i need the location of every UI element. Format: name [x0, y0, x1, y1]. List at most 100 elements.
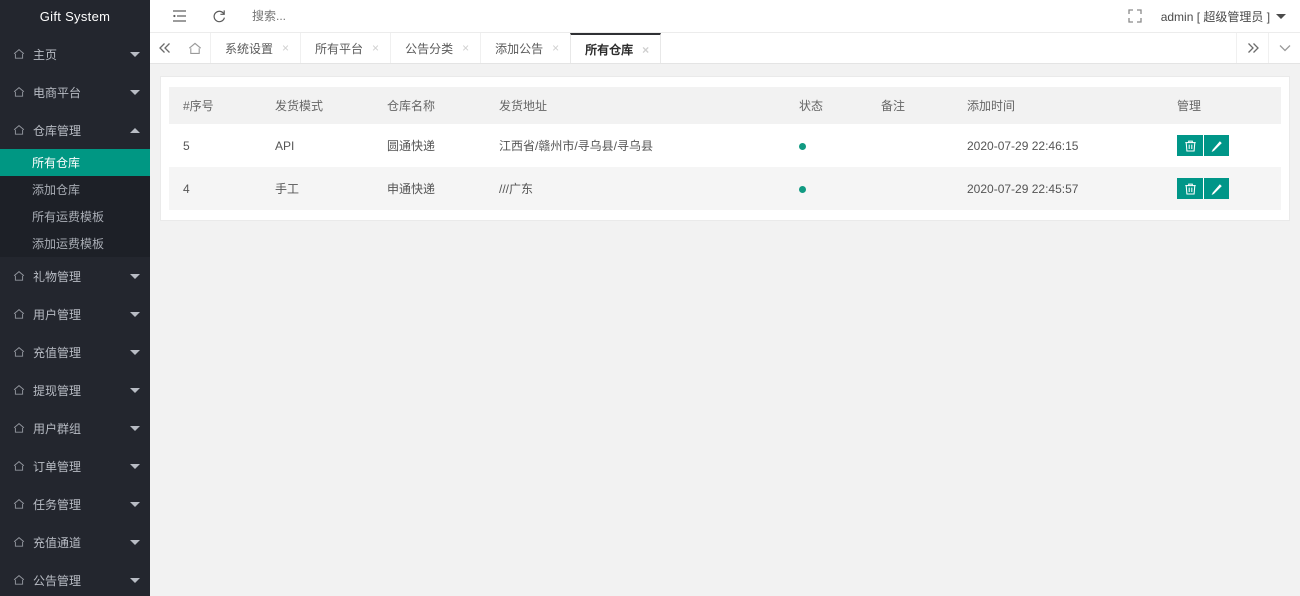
tab-1[interactable]: 所有平台 ×	[300, 33, 390, 63]
sidebar-item-label: 公告管理	[33, 573, 82, 588]
table-col-header-6: 添加时间	[953, 87, 1163, 124]
tab-3[interactable]: 添加公告 ×	[480, 33, 570, 63]
tab-0[interactable]: 系统设置 ×	[210, 33, 300, 63]
edit-button[interactable]	[1203, 178, 1229, 199]
table-col-header-7: 管理	[1163, 87, 1282, 124]
table-header-row: #序号 发货模式 仓库名称 发货地址 状态 备注 添加时间 管理	[169, 87, 1282, 124]
chevron-down-icon	[130, 577, 140, 583]
delete-button[interactable]	[1177, 135, 1203, 156]
house-icon	[13, 49, 25, 59]
tab-label: 公告分类	[405, 41, 454, 56]
sidebar-item-label: 电商平台	[33, 85, 82, 100]
chevron-down-icon	[130, 349, 140, 355]
cell-remark	[867, 167, 953, 210]
app-root: Gift System 主页 电商平台 仓库管理 所有仓库 添加仓库 所有运费模板 添加运费…	[0, 0, 1300, 596]
double-chevron-right-icon[interactable]	[1236, 33, 1268, 63]
sidebar-item-label: 提现管理	[33, 383, 82, 398]
chevron-up-icon	[130, 127, 140, 133]
sidebar-item-7[interactable]: 用户群组	[0, 409, 150, 447]
tab-close-icon[interactable]: ×	[462, 42, 469, 54]
sidebar-item-label: 仓库管理	[33, 123, 82, 138]
trash-icon	[1184, 140, 1196, 152]
chevron-down-icon	[1276, 13, 1287, 19]
list-menu-icon[interactable]	[168, 5, 190, 27]
pencil-icon	[1211, 140, 1223, 152]
sidebar-subitem-2-2[interactable]: 所有运费模板	[0, 203, 150, 230]
pencil-icon	[1211, 183, 1223, 195]
sidebar-item-3[interactable]: 礼物管理	[0, 257, 150, 295]
tab-close-icon[interactable]: ×	[552, 42, 559, 54]
double-chevron-left-icon[interactable]	[150, 33, 180, 63]
content-area: #序号 发货模式 仓库名称 发货地址 状态 备注 添加时间 管理 5 API 圆通快递 江西省/赣州…	[150, 64, 1300, 596]
cell-warehouse: 圆通快递	[373, 124, 485, 167]
cell-status	[785, 167, 867, 210]
user-menu[interactable]: admin [ 超级管理员 ]	[1161, 8, 1290, 25]
house-icon	[13, 461, 25, 471]
tabbar: 系统设置 × 所有平台 × 公告分类 × 添加公告 × 所有仓库 ×	[150, 33, 1300, 64]
tab-close-icon[interactable]: ×	[282, 42, 289, 54]
house-icon	[13, 347, 25, 357]
cell-address: ///广东	[485, 167, 785, 210]
main-area: admin [ 超级管理员 ] 系统设置×所有平台×公告分类×添加公告×所有仓库…	[150, 0, 1300, 596]
warehouse-table-card: #序号 发货模式 仓库名称 发货地址 状态 备注 添加时间 管理 5 API 圆通快递 江西省/赣州…	[160, 76, 1291, 221]
tabs-container: 系统设置 × 所有平台 × 公告分类 × 添加公告 × 所有仓库 ×	[210, 33, 1236, 63]
chevron-down-icon	[130, 539, 140, 545]
sidebar-item-1[interactable]: 电商平台	[0, 73, 150, 111]
house-icon	[13, 499, 25, 509]
search-input[interactable]	[252, 5, 432, 27]
table-row: 4 手工 申通快递///广东 2020-07-29 22:45:57	[169, 167, 1282, 210]
sidebar-item-0[interactable]: 主页	[0, 35, 150, 73]
chevron-down-icon	[130, 463, 140, 469]
cell-warehouse: 申通快递	[373, 167, 485, 210]
tab-label: 添加公告	[495, 41, 544, 56]
sidebar-item-4[interactable]: 用户管理	[0, 295, 150, 333]
tab-close-icon[interactable]: ×	[642, 44, 649, 56]
status-badge	[799, 142, 806, 150]
cell-mode: API	[261, 124, 373, 167]
sidebar-item-label: 礼物管理	[33, 269, 82, 284]
table-col-header-4: 状态	[785, 87, 867, 124]
tab-close-icon[interactable]: ×	[372, 42, 379, 54]
sidebar-item-6[interactable]: 提现管理	[0, 371, 150, 409]
topbar: admin [ 超级管理员 ]	[150, 0, 1300, 33]
table-col-header-2: 仓库名称	[373, 87, 485, 124]
table-body: 5 API 圆通快递 江西省/赣州市/寻乌县/寻乌县 2020-07-29 22:46:…	[169, 124, 1282, 210]
house-icon	[13, 87, 25, 97]
sidebar-subitem-2-1[interactable]: 添加仓库	[0, 176, 150, 203]
status-badge	[799, 185, 806, 193]
sidebar-subitem-2-0[interactable]: 所有仓库	[0, 149, 150, 176]
chevron-down-icon	[130, 387, 140, 393]
sidebar-subitem-label: 添加运费模板	[32, 237, 105, 251]
table-col-header-5: 备注	[867, 87, 953, 124]
tabbar-dropdown-icon[interactable]	[1268, 33, 1300, 63]
sidebar-item-label: 用户群组	[33, 421, 82, 436]
table-col-header-3: 发货地址	[485, 87, 785, 124]
sidebar-subitem-label: 添加仓库	[32, 183, 81, 197]
tab-label: 系统设置	[225, 41, 274, 56]
refresh-icon[interactable]	[208, 5, 230, 27]
delete-button[interactable]	[1177, 178, 1203, 199]
table-row: 5 API 圆通快递 江西省/赣州市/寻乌县/寻乌县 2020-07-29 22:46:…	[169, 124, 1282, 167]
cell-index: 5	[169, 124, 261, 167]
sidebar-item-8[interactable]: 订单管理	[0, 447, 150, 485]
table-col-header-1: 发货模式	[261, 87, 373, 124]
edit-button[interactable]	[1203, 135, 1229, 156]
tab-4-active[interactable]: 所有仓库 ×	[570, 33, 662, 63]
sidebar-item-11[interactable]: 公告管理	[0, 561, 150, 596]
home-icon[interactable]	[180, 33, 210, 63]
chevron-down-icon	[130, 311, 140, 317]
sidebar-item-label: 充值通道	[33, 535, 82, 550]
cell-index: 4	[169, 167, 261, 210]
sidebar-item-2[interactable]: 仓库管理	[0, 111, 150, 149]
sidebar-subitem-label: 所有仓库	[32, 156, 81, 170]
cell-created-at: 2020-07-29 22:45:57	[953, 167, 1163, 210]
row-action-group	[1177, 135, 1229, 156]
sidebar-subitem-2-3[interactable]: 添加运费模板	[0, 230, 150, 257]
fullscreen-icon[interactable]	[1123, 4, 1147, 28]
sidebar-item-10[interactable]: 充值通道	[0, 523, 150, 561]
sidebar-item-5[interactable]: 充值管理	[0, 333, 150, 371]
tabbar-controls	[1236, 33, 1300, 63]
chevron-down-icon	[130, 425, 140, 431]
sidebar-item-9[interactable]: 任务管理	[0, 485, 150, 523]
tab-2[interactable]: 公告分类 ×	[390, 33, 480, 63]
